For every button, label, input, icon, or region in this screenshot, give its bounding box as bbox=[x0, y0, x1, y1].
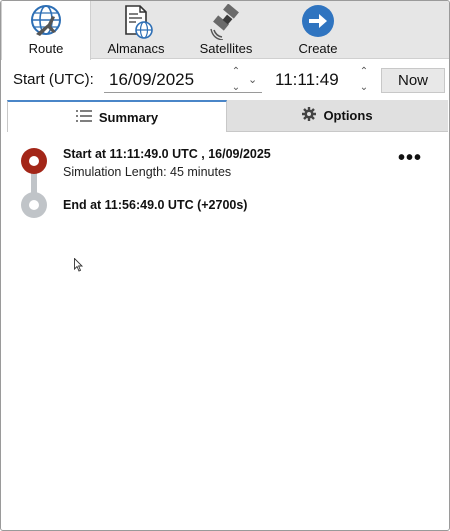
satellite-icon bbox=[206, 4, 246, 40]
more-options-button[interactable]: ••• bbox=[398, 148, 422, 168]
start-utc-label: Start (UTC): bbox=[13, 71, 94, 88]
start-event-title: Start at 11:11:49.0 UTC , 16/09/2025 bbox=[63, 147, 271, 161]
chevron-up-icon[interactable]: ⌃ bbox=[360, 67, 368, 77]
start-time-row: Start (UTC): ⌃ ⌄ ⌄ ⌃ ⌄ Now bbox=[1, 65, 449, 95]
nav-satellites-label: Satellites bbox=[199, 41, 253, 56]
tab-options[interactable]: Options bbox=[227, 100, 448, 132]
date-spinner[interactable]: ⌃ ⌄ bbox=[229, 67, 243, 93]
nav-route-label: Route bbox=[28, 41, 64, 56]
plane-globe-icon bbox=[26, 4, 66, 40]
time-spinner[interactable]: ⌃ ⌄ bbox=[357, 67, 371, 93]
nav-almanacs-button[interactable]: Almanacs bbox=[91, 1, 181, 59]
nav-create-button[interactable]: Create bbox=[271, 1, 365, 59]
list-icon bbox=[75, 109, 92, 125]
start-time-input[interactable] bbox=[271, 67, 351, 93]
simulation-length-text: Simulation Length: 45 minutes bbox=[63, 165, 232, 179]
end-event-title: End at 11:56:49.0 UTC (+2700s) bbox=[63, 198, 248, 212]
view-tabs: Summary Options bbox=[7, 100, 448, 132]
top-navigation: Route Almanacs Satellites Create bbox=[1, 1, 449, 60]
chevron-down-icon[interactable]: ⌄ bbox=[360, 83, 368, 93]
chevron-down-icon[interactable]: ⌄ bbox=[232, 83, 240, 93]
chevron-up-icon[interactable]: ⌃ bbox=[232, 67, 240, 77]
document-globe-icon bbox=[116, 4, 156, 40]
arrow-right-circle-icon bbox=[298, 4, 338, 40]
end-node-icon bbox=[21, 192, 47, 218]
tab-options-label: Options bbox=[323, 108, 373, 123]
nav-create-label: Create bbox=[298, 41, 338, 56]
nav-almanacs-label: Almanacs bbox=[107, 41, 165, 56]
tab-summary-label: Summary bbox=[98, 109, 159, 125]
nav-route-button[interactable]: Route bbox=[1, 1, 91, 60]
date-dropdown-icon[interactable]: ⌄ bbox=[248, 73, 257, 86]
start-node-icon bbox=[21, 148, 47, 174]
app-window: Route Almanacs Satellites Create Start (… bbox=[0, 0, 450, 531]
mouse-cursor-icon bbox=[74, 258, 84, 272]
gear-icon bbox=[302, 107, 317, 124]
now-button[interactable]: Now bbox=[381, 68, 445, 93]
tab-summary[interactable]: Summary bbox=[7, 100, 227, 132]
nav-satellites-button[interactable]: Satellites bbox=[181, 1, 271, 59]
